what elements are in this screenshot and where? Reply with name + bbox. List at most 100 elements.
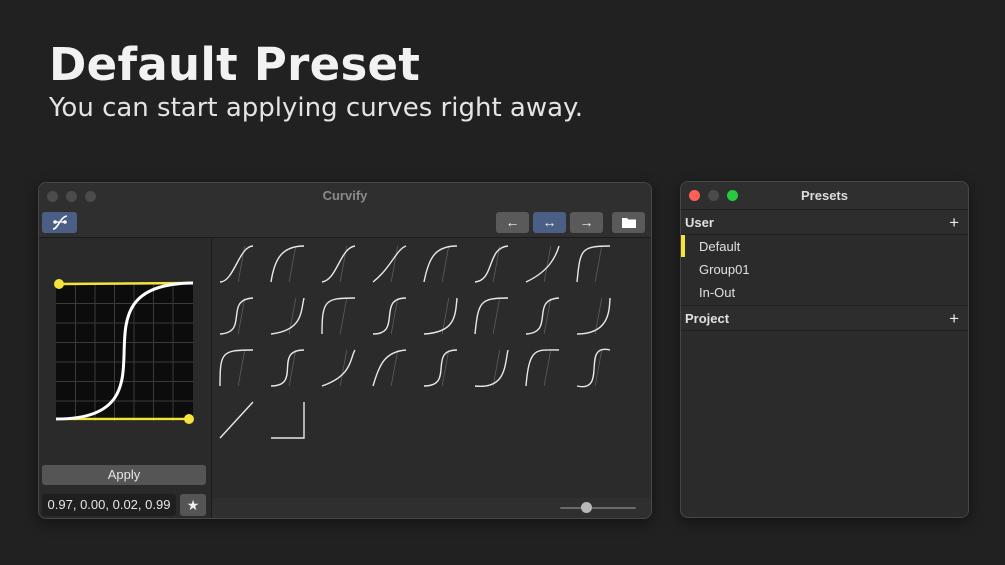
thumbnail-curve — [219, 349, 254, 387]
curve-thumbnail[interactable] — [219, 297, 254, 335]
curve-thumbnail[interactable] — [474, 297, 509, 335]
curve-editor-canvas[interactable] — [49, 278, 199, 428]
curve-thumbnail[interactable] — [321, 297, 356, 335]
thumbnail-guide — [543, 349, 552, 387]
preset-item-group01[interactable]: Group01 — [681, 258, 968, 281]
thumbnail-curve — [423, 245, 458, 283]
presets-titlebar: Presets — [681, 182, 968, 209]
thumbnail-guide — [339, 349, 348, 387]
end-control-handle[interactable] — [54, 279, 64, 289]
curve-thumbnail[interactable] — [576, 245, 611, 283]
thumbnail-guide — [492, 349, 501, 387]
arrow-both-icon: ↔ — [542, 214, 557, 230]
thumbnail-curve — [321, 245, 356, 283]
section-label: Project — [685, 311, 730, 326]
curve-thumbnail[interactable] — [576, 297, 611, 335]
curve-editor-pane: Apply 0.97, 0.00, 0.02, 0.99 ★ — [39, 238, 212, 518]
curvify-titlebar: Curvify — [39, 183, 651, 209]
thumbnail-curve — [219, 297, 254, 335]
thumbnail-curve — [474, 297, 509, 335]
curve-presets-grid — [212, 238, 651, 518]
arrow-right-icon: → — [579, 214, 594, 230]
close-window-button[interactable] — [689, 190, 700, 201]
curve-thumbnail[interactable] — [525, 245, 560, 283]
minimize-window-button[interactable] — [66, 191, 77, 202]
thumbnail-guide — [543, 297, 552, 335]
curvify-window: Curvify ← ↔ → Apply 0.97, 0.00, 0.02, 0.… — [38, 182, 652, 519]
zoom-window-button[interactable] — [727, 190, 738, 201]
preset-item-in-out[interactable]: In-Out — [681, 281, 968, 304]
page-subtitle: You can start applying curves right away… — [49, 93, 583, 123]
thumbnail-guide — [441, 245, 450, 283]
curve-thumbnail[interactable] — [525, 349, 560, 387]
zoom-window-button[interactable] — [85, 191, 96, 202]
minimize-window-button[interactable] — [708, 190, 719, 201]
presets-window: Presets User + Default Group01 In-Out Pr… — [680, 181, 969, 518]
thumbnail-curve — [372, 349, 407, 387]
arrow-right-button[interactable]: → — [570, 212, 603, 233]
folder-icon — [621, 218, 636, 228]
start-control-handle[interactable] — [184, 414, 194, 424]
bezier-values-field[interactable]: 0.97, 0.00, 0.02, 0.99 — [42, 494, 176, 516]
curve-thumbnail[interactable] — [474, 349, 509, 387]
thumbnail-size-slider[interactable] — [560, 507, 636, 509]
curve-thumbnail[interactable] — [271, 402, 305, 439]
folder-button[interactable] — [612, 212, 645, 233]
curve-thumbnail[interactable] — [321, 349, 356, 387]
page-title: Default Preset — [49, 38, 421, 91]
curve-thumbnail[interactable] — [423, 349, 458, 387]
thumbnail-curve — [219, 401, 254, 439]
curve-thumbnail[interactable] — [219, 349, 254, 387]
curve-thumbnail[interactable] — [372, 297, 407, 335]
apply-button[interactable]: Apply — [42, 465, 206, 485]
curve-tool-button[interactable] — [42, 212, 77, 233]
thumbnail-curve — [321, 349, 356, 387]
arrow-both-button[interactable]: ↔ — [533, 212, 566, 233]
curve-thumbnail[interactable] — [270, 349, 305, 387]
thumbnail-curve — [474, 245, 509, 283]
window-title: Presets — [801, 188, 848, 203]
thumbnail-curve — [576, 245, 611, 283]
thumbnail-curve — [525, 297, 560, 335]
curve-thumbnail[interactable] — [270, 297, 305, 335]
thumbnail-curve — [372, 245, 407, 283]
curve-thumbnail[interactable] — [474, 245, 509, 283]
thumbnail-curve — [525, 349, 560, 387]
section-user[interactable]: User + — [681, 209, 968, 235]
section-project[interactable]: Project + — [681, 305, 968, 331]
curve-thumbnail[interactable] — [423, 297, 458, 335]
star-icon: ★ — [186, 497, 200, 513]
thumbnail-curve — [525, 245, 560, 283]
thumbnail-guide — [237, 297, 246, 335]
curve-thumbnail[interactable] — [219, 245, 254, 283]
close-window-button[interactable] — [47, 191, 58, 202]
curvify-toolbar: ← ↔ → — [39, 209, 651, 238]
arrow-left-button[interactable]: ← — [496, 212, 529, 233]
grid-bottom-bar — [212, 498, 651, 518]
curve-thumbnail[interactable] — [372, 349, 407, 387]
curve-thumbnail[interactable] — [576, 348, 611, 388]
add-user-preset-button[interactable]: + — [949, 210, 959, 236]
curve-thumbnail[interactable] — [321, 245, 356, 283]
preset-item-default[interactable]: Default — [681, 235, 968, 258]
bezier-curve-icon — [52, 215, 67, 230]
section-label: User — [685, 215, 714, 230]
add-project-preset-button[interactable]: + — [949, 306, 959, 332]
thumbnail-curve — [270, 245, 305, 283]
thumbnail-curve — [423, 297, 458, 335]
arrow-left-icon: ← — [505, 214, 520, 230]
curve-thumbnail[interactable] — [525, 297, 560, 335]
curve-thumbnail[interactable] — [423, 245, 458, 283]
thumbnail-curve — [270, 349, 305, 387]
slider-knob[interactable] — [581, 502, 593, 513]
thumbnail-guide — [492, 297, 501, 335]
curve-thumbnail[interactable] — [219, 401, 254, 439]
thumbnail-guide — [390, 349, 399, 387]
thumbnail-curve — [576, 297, 611, 335]
favorite-button[interactable]: ★ — [180, 494, 206, 516]
curve-thumbnail[interactable] — [372, 245, 407, 283]
thumbnail-curve — [474, 349, 509, 387]
thumbnail-curve — [271, 402, 305, 439]
thumbnail-guide — [237, 349, 246, 387]
curve-thumbnail[interactable] — [270, 245, 305, 283]
